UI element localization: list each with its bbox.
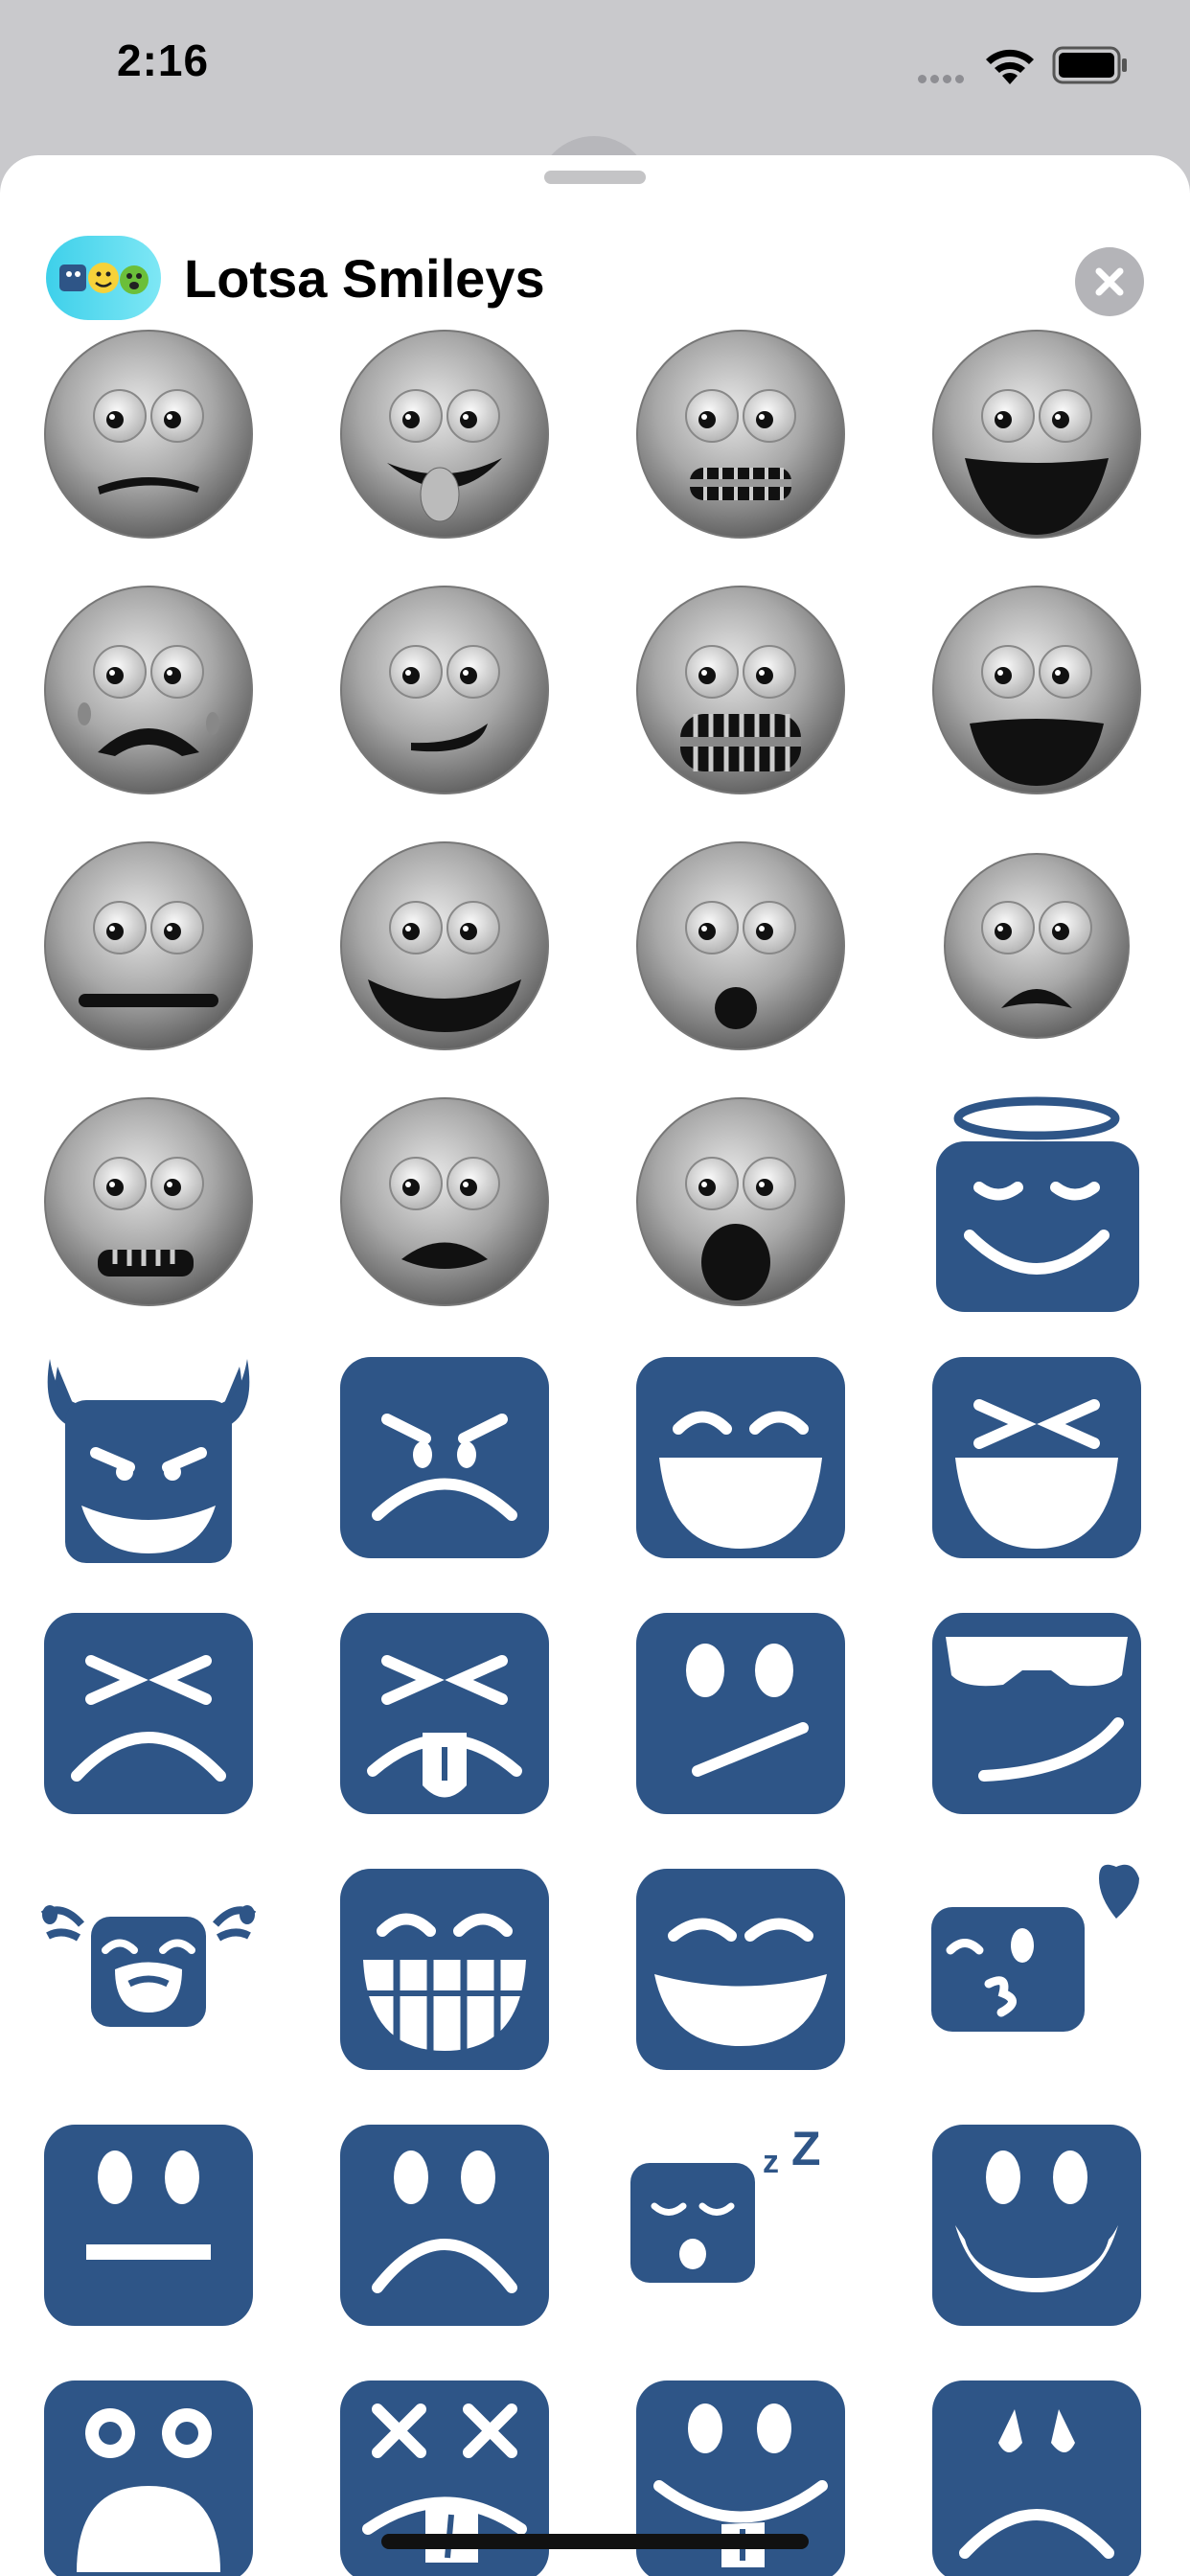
sticker-gray-smiley-crying[interactable] bbox=[38, 580, 259, 800]
sticker-blue-sad[interactable] bbox=[334, 2115, 555, 2335]
sticker-blue-neutral[interactable] bbox=[38, 2115, 259, 2335]
sticker-grid: zZ bbox=[0, 324, 1190, 2576]
sticker-blue-angry[interactable] bbox=[334, 1347, 555, 1568]
sticker-sheet: Lotsa Smileys z Z bbox=[0, 155, 1190, 2576]
sticker-blue-devil[interactable] bbox=[38, 1347, 259, 1568]
sticker-gray-smiley-smirk[interactable] bbox=[334, 580, 555, 800]
wifi-icon bbox=[986, 49, 1034, 84]
status-time: 2:16 bbox=[117, 35, 210, 85]
sticker-gray-smiley-pout[interactable] bbox=[334, 1092, 555, 1312]
sticker-blue-big-grin[interactable] bbox=[334, 1859, 555, 2080]
sticker-blue-angel[interactable] bbox=[927, 1092, 1147, 1312]
sticker-gray-smiley-surprised[interactable] bbox=[630, 836, 851, 1056]
sticker-gray-smiley-grin[interactable] bbox=[927, 324, 1147, 544]
sticker-gray-smiley-tongue[interactable] bbox=[334, 324, 555, 544]
sticker-blue-worried[interactable] bbox=[927, 2371, 1147, 2576]
close-icon bbox=[1095, 267, 1124, 296]
home-indicator bbox=[381, 2534, 809, 2549]
sticker-blue-happy[interactable] bbox=[630, 1859, 851, 2080]
sticker-gray-smiley-grimace[interactable] bbox=[630, 324, 851, 544]
sticker-blue-shocked[interactable] bbox=[38, 2371, 259, 2576]
sticker-gray-smiley-teeth[interactable] bbox=[630, 580, 851, 800]
close-button[interactable] bbox=[1075, 247, 1144, 316]
sticker-blue-laugh[interactable] bbox=[630, 1347, 851, 1568]
sticker-gray-smiley-sad-small[interactable] bbox=[927, 836, 1147, 1056]
svg-text:Z: Z bbox=[791, 2122, 821, 2175]
svg-text:z: z bbox=[763, 2144, 779, 2180]
sticker-blue-kiss-heart[interactable] bbox=[927, 1859, 1147, 2080]
app-icon bbox=[46, 236, 161, 320]
status-bar: 2:16 bbox=[0, 0, 1190, 134]
cellular-signal-icon bbox=[918, 71, 968, 88]
sticker-gray-smiley-frown-slight[interactable] bbox=[38, 324, 259, 544]
sticker-gray-smiley-shocked[interactable] bbox=[630, 1092, 851, 1312]
sticker-blue-sobbing[interactable] bbox=[38, 1859, 259, 2080]
sticker-gray-smiley-smile[interactable] bbox=[334, 836, 555, 1056]
sticker-blue-skeptical[interactable] bbox=[630, 1603, 851, 1824]
app-title: Lotsa Smileys bbox=[184, 248, 545, 309]
sticker-gray-smiley-braces[interactable] bbox=[38, 1092, 259, 1312]
sticker-blue-sunglasses[interactable] bbox=[927, 1603, 1147, 1824]
sticker-gray-smiley-neutral[interactable] bbox=[38, 836, 259, 1056]
sticker-blue-squint-tongue[interactable] bbox=[334, 1603, 555, 1824]
sticker-gray-smiley-open-mouth[interactable] bbox=[927, 580, 1147, 800]
sticker-blue-squint-laugh[interactable] bbox=[927, 1347, 1147, 1568]
sheet-grabber[interactable] bbox=[544, 171, 646, 184]
sticker-blue-squint-frown[interactable] bbox=[38, 1603, 259, 1824]
sticker-blue-smile[interactable] bbox=[927, 2115, 1147, 2335]
sticker-blue-sleeping[interactable]: zZ bbox=[630, 2115, 851, 2335]
sheet-header: Lotsa Smileys bbox=[0, 194, 1190, 320]
battery-icon bbox=[1052, 46, 1127, 84]
